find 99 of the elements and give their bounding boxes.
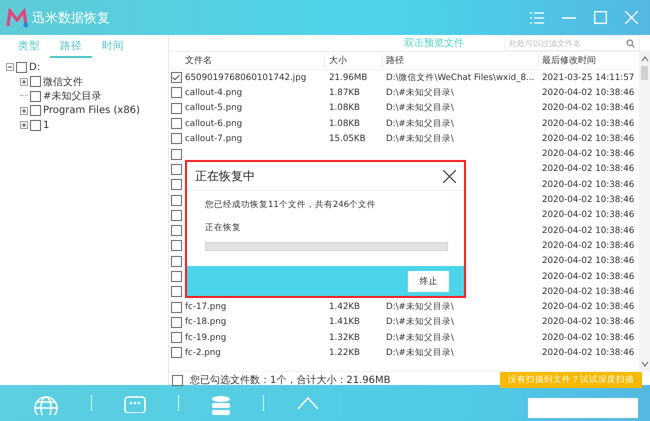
table-cell: 1.08KB	[329, 103, 360, 114]
checkbox[interactable]	[170, 194, 182, 206]
checkbox[interactable]	[170, 302, 182, 313]
checkbox[interactable]	[170, 271, 182, 282]
table-cell: 2020-04-02 10:38:46	[542, 195, 634, 206]
checkbox[interactable]	[170, 102, 182, 114]
tree-item[interactable]: D:	[29, 62, 40, 73]
column-header[interactable]: 路径	[383, 54, 539, 68]
tree-item[interactable]: Program Files (x86)	[43, 105, 140, 116]
table-cell: D:\#未知父目录\	[386, 302, 454, 312]
table-cell: 1.22KB	[329, 348, 360, 358]
checkbox[interactable]	[30, 105, 41, 116]
table-cell: 2020-04-02 10:38:46	[542, 118, 634, 129]
tree-item[interactable]: 微信文件	[43, 74, 83, 89]
selection-summary: 您已勾选文件数：1个，合计大小：21.96MB	[190, 374, 390, 387]
table-cell: 21.96MB	[329, 72, 368, 83]
table-cell: 2020-04-02 10:38:46	[542, 348, 634, 358]
tree-item[interactable]: #未知父目录	[43, 89, 102, 104]
scroll-down-icon[interactable]	[640, 361, 648, 367]
checkbox[interactable]	[170, 256, 182, 267]
search-icon[interactable]	[626, 39, 635, 48]
checkbox[interactable]	[170, 164, 182, 175]
table-cell: 1.41KB	[329, 317, 360, 328]
collapse-icon[interactable]	[6, 63, 16, 72]
table-cell: callout-4.png	[185, 88, 242, 98]
table-cell: 1.32KB	[329, 332, 360, 343]
table-cell: 2020-04-02 10:38:46	[542, 286, 634, 297]
checkbox[interactable]	[170, 316, 182, 328]
checkbox[interactable]	[170, 118, 182, 130]
table-cell: 1.87KB	[329, 88, 360, 98]
stop-button[interactable]: 终止	[408, 270, 449, 292]
scroll-thumb[interactable]	[641, 66, 648, 80]
checkbox[interactable]	[170, 148, 182, 160]
checkbox[interactable]	[16, 62, 27, 73]
checkbox[interactable]	[170, 87, 182, 98]
table-cell: 2020-04-02 10:38:46	[542, 103, 634, 114]
table-cell: 15.05KB	[329, 134, 366, 144]
tree-item[interactable]: 1	[43, 120, 50, 131]
expand-icon[interactable]	[20, 106, 30, 115]
scroll-up-icon[interactable]	[640, 56, 648, 62]
table-cell: D:\#未知父目录\	[386, 317, 454, 328]
table-cell: D:\#未知父目录\	[386, 348, 454, 358]
table-cell: 2020-04-02 10:38:46	[542, 88, 634, 98]
table-cell: 1.08KB	[329, 118, 360, 129]
checkbox[interactable]	[170, 332, 182, 344]
table-cell: fc-17.png	[185, 302, 226, 312]
table-cell: 2020-04-02 10:38:46	[542, 256, 634, 266]
window-title: 迅米数据恢复	[32, 10, 110, 26]
column-header[interactable]: 大小	[325, 54, 383, 68]
preview-hint: 双击预览文件	[404, 36, 464, 50]
table-cell: callout-6.png	[185, 118, 242, 129]
expand-icon[interactable]	[20, 121, 30, 130]
progress-label: 正在恢复	[205, 222, 242, 234]
checkbox[interactable]	[170, 210, 182, 221]
checkbox[interactable]	[170, 225, 182, 236]
checkbox[interactable]	[170, 179, 182, 190]
table-cell: 2020-04-02 10:38:46	[542, 134, 634, 144]
table-cell: fc-18.png	[185, 317, 226, 328]
table-cell: 2020-04-02 10:38:46	[542, 149, 634, 160]
table-cell: fc-2.png	[185, 348, 221, 358]
table-cell: fc-19.png	[185, 332, 226, 343]
table-cell: D:\#未知父目录\	[386, 118, 454, 129]
dialog-message: 您已经成功恢复11个文件，共有246个文件	[205, 199, 378, 211]
checkbox[interactable]	[170, 72, 182, 84]
checkbox[interactable]	[30, 76, 41, 88]
column-header[interactable]: 文件名	[185, 54, 325, 68]
table-cell: 2020-04-02 10:38:46	[542, 272, 634, 282]
table-cell: 2021-03-25 14:11:57	[542, 72, 634, 83]
table-cell: 2020-04-02 10:38:46	[542, 302, 634, 312]
checkbox[interactable]	[170, 286, 182, 298]
close-icon[interactable]	[443, 170, 456, 182]
table-cell: D:\#未知父目录\	[386, 332, 454, 343]
table-cell: D:\#未知父目录\	[386, 103, 454, 114]
expand-icon[interactable]	[20, 78, 30, 86]
table-cell: 2020-04-02 10:38:46	[542, 240, 634, 251]
table-cell: D:\#未知父目录\	[386, 134, 454, 144]
table-cell: 6509019768060101742.jpg	[185, 72, 306, 83]
table-cell: callout-7.png	[185, 134, 242, 144]
table-cell: D:\#未知父目录\	[386, 88, 454, 98]
checkbox[interactable]	[170, 133, 182, 144]
table-cell: D:\微信文件\WeChat Files\wxid_8...	[386, 72, 534, 83]
table-cell: callout-5.png	[185, 103, 242, 114]
table-cell: 2020-04-02 10:38:46	[542, 317, 634, 328]
checkbox[interactable]	[172, 374, 183, 386]
table-cell: 2020-04-02 10:38:46	[542, 210, 634, 220]
dialog-title: 正在恢复中	[195, 168, 255, 184]
search-field[interactable]: 此处可以过滤文件名	[504, 35, 640, 51]
checkbox[interactable]	[170, 240, 182, 252]
table-cell: 2020-04-02 10:38:46	[542, 226, 634, 236]
table-cell: 2020-04-02 10:38:46	[542, 332, 634, 343]
scrollbar[interactable]	[639, 52, 650, 371]
checkbox[interactable]	[170, 347, 182, 358]
table-cell: 2020-04-02 10:38:46	[542, 164, 634, 174]
checkbox[interactable]	[30, 90, 41, 102]
table-cell: 2020-04-02 10:38:46	[542, 180, 634, 190]
checkbox[interactable]	[30, 120, 41, 131]
table-cell: 1.42KB	[329, 302, 360, 312]
column-header[interactable]: 最后修改时间	[539, 54, 639, 68]
logo-icon	[6, 8, 28, 28]
